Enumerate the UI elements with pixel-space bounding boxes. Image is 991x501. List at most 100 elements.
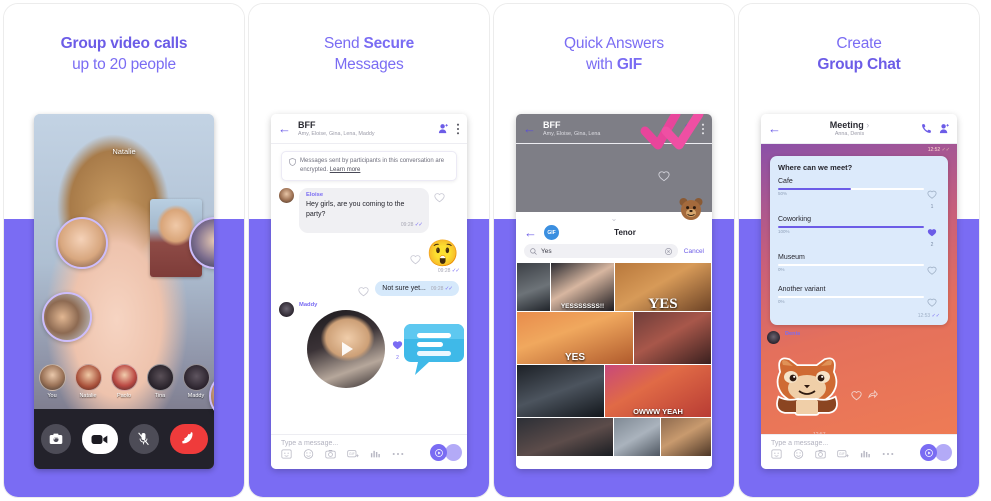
secondary-send-button[interactable] [935, 444, 952, 461]
sticker-icon[interactable] [281, 449, 292, 459]
emoji-message[interactable]: 😲 [427, 240, 459, 266]
voice-wave-icon[interactable] [860, 449, 871, 459]
message-composer: Type a message... GIF [271, 434, 467, 469]
poll-question: Where can we meet? [778, 163, 853, 172]
like-heart-icon [927, 266, 937, 275]
message-text: Not sure yet... [382, 285, 426, 293]
like-heart-filled-icon[interactable] [392, 340, 403, 350]
message-bubble[interactable]: Not sure yet... 09:28 ✓✓ [375, 281, 459, 297]
gif-result[interactable]: YES [517, 312, 633, 364]
blue-message-sticker[interactable] [403, 320, 465, 378]
gif-icon[interactable]: GIF [837, 449, 849, 459]
emoji-icon[interactable] [793, 449, 804, 459]
more-icon[interactable] [882, 451, 894, 457]
like-heart-icon[interactable] [358, 286, 369, 297]
phone-icon[interactable] [921, 123, 932, 134]
add-person-icon[interactable] [438, 123, 449, 134]
poll-option-vote[interactable] [924, 286, 940, 312]
gif-result[interactable] [634, 312, 711, 364]
chat-message-list[interactable]: Messages sent by participants in this co… [271, 144, 467, 434]
mute-toggle-button[interactable] [128, 424, 159, 454]
gif-results-grid: YESSSSSSS!! YES YES OWWW YEAH [516, 263, 712, 456]
poll-option-vote[interactable] [924, 254, 940, 280]
gif-icon[interactable]: GIF [347, 449, 359, 459]
secondary-send-button[interactable] [445, 444, 462, 461]
send-button[interactable] [920, 444, 937, 461]
more-vertical-icon[interactable] [456, 123, 460, 135]
headline-line-1: Send Secure [323, 35, 414, 52]
sticker-icon[interactable] [771, 449, 782, 459]
gif-result[interactable] [614, 418, 660, 456]
gif-result[interactable]: YESSSSSSS!! [551, 263, 614, 311]
participant-bubble[interactable] [42, 292, 92, 342]
participant-item[interactable]: Maddy [181, 364, 211, 399]
back-arrow-icon[interactable]: ← [523, 122, 536, 135]
call-controls-bar [34, 409, 214, 469]
cancel-button[interactable]: Cancel [684, 248, 704, 255]
clear-icon[interactable] [664, 247, 672, 255]
search-icon [530, 247, 537, 255]
chat-header: ← BFF Amy, Eloise, Gina, Lena, Maddy [271, 114, 467, 144]
add-person-icon[interactable] [939, 123, 950, 134]
participant-item[interactable]: Paolo [109, 364, 139, 399]
poll-option[interactable]: Museum 0% [778, 254, 940, 280]
camera-icon[interactable] [325, 449, 336, 459]
switch-camera-button[interactable] [40, 424, 71, 454]
poll-option-main: Cafe 50% [778, 178, 924, 196]
poll-option-label: Cafe [778, 178, 793, 185]
participant-item[interactable]: Tina [145, 364, 175, 399]
poll-timestamp: 12:53 ✓✓ [778, 313, 940, 319]
headline-emphasis: GIF [616, 55, 643, 73]
poll-option[interactable]: Another variant 0% [778, 286, 940, 312]
poll-card[interactable]: Where can we meet? Cafe 50% 1 Coworking … [770, 156, 948, 325]
poll-option[interactable]: Cafe 50% 1 [778, 178, 940, 210]
message-row: Maddy 2 [271, 302, 467, 389]
poll-option-vote[interactable]: 2 [924, 216, 940, 248]
teddy-bear-sticker[interactable] [678, 196, 704, 222]
red-panda-sticker[interactable] [771, 350, 843, 422]
panel-group-video-calls: Group video calls up to 20 people Natali… [4, 4, 244, 497]
gif-result[interactable] [661, 418, 711, 456]
chat-message-list[interactable]: 12:52 ✓✓ Where can we meet? Cafe 50% 1 C… [761, 144, 957, 434]
message-bubble[interactable]: Eloise Hey girls, are you coming to the … [299, 188, 429, 234]
gif-result[interactable] [517, 418, 613, 456]
participant-item[interactable]: Natalie [73, 364, 103, 399]
message-author: Denis [785, 331, 801, 337]
more-icon[interactable] [392, 451, 404, 457]
chat-title-text: Meeting [829, 119, 864, 130]
poll-option[interactable]: Coworking 100% 2 [778, 216, 940, 248]
gif-result[interactable] [517, 263, 550, 311]
gif-result[interactable]: YES [615, 263, 711, 311]
like-heart-icon[interactable] [434, 192, 445, 203]
gif-caption: YES [564, 352, 585, 363]
encryption-notice-text: Messages sent by participants in this co… [300, 157, 449, 175]
back-arrow-icon[interactable]: ← [524, 226, 537, 239]
video-call-screen: Natalie You Natalie Paolo Tina Maddy [34, 114, 214, 469]
forward-icon[interactable] [868, 389, 878, 400]
poll-option-vote[interactable]: 1 [924, 178, 940, 210]
panel-gif-answers: Quick Answers with GIF ← BFF Amy, Eloise… [494, 4, 734, 497]
send-button[interactable] [430, 444, 447, 461]
gif-result[interactable]: OWWW YEAH [605, 365, 711, 417]
participant-bubble[interactable] [56, 217, 108, 269]
gif-caption: OWWW YEAH [633, 407, 683, 416]
like-heart-icon[interactable] [410, 254, 421, 265]
message-time: 09:28 ✓✓ [431, 286, 453, 292]
gif-caption: YESSSSSSS!! [560, 303, 605, 310]
video-message[interactable] [307, 310, 385, 389]
main-speaker-label: Natalie [112, 147, 136, 156]
camera-icon[interactable] [815, 449, 826, 459]
emoji-icon[interactable] [303, 449, 314, 459]
gif-search-input[interactable]: Yes [524, 244, 678, 258]
like-heart-icon[interactable] [658, 170, 670, 182]
learn-more-link[interactable]: Learn more [330, 167, 361, 173]
like-heart-icon[interactable] [851, 390, 862, 401]
video-toggle-button[interactable] [81, 424, 118, 454]
timestamp: 12:53 [917, 313, 931, 319]
gif-result[interactable] [517, 365, 604, 417]
end-call-button[interactable] [169, 424, 208, 454]
participant-item[interactable]: You [37, 364, 67, 399]
voice-wave-icon[interactable] [370, 449, 381, 459]
chat-members: Amy, Eloise, Gina, Lena [543, 130, 601, 137]
back-arrow-icon[interactable]: ← [278, 122, 291, 135]
